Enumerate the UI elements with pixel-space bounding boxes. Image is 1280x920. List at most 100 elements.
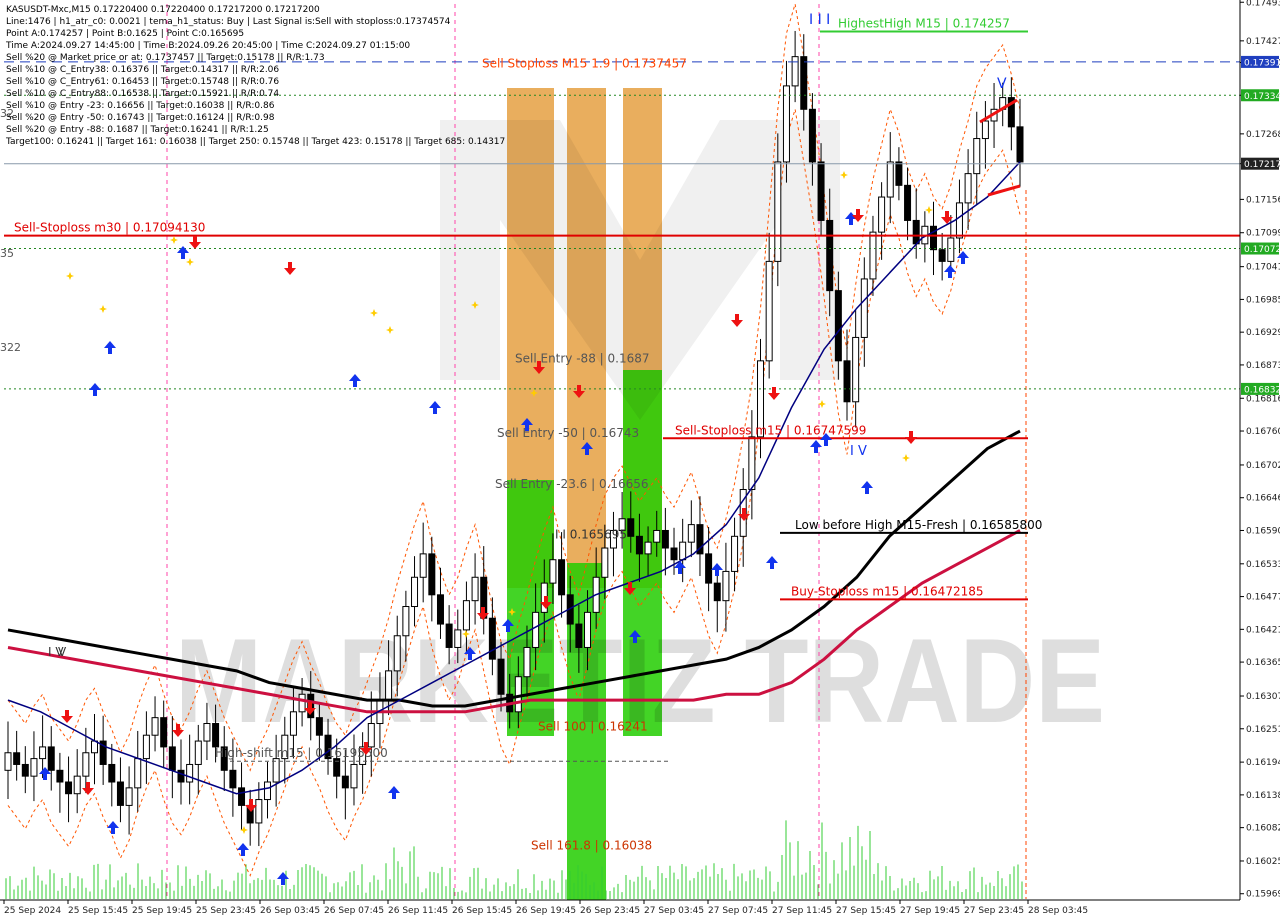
candle-bear [47,746,55,771]
clipped-label: 322 [0,341,21,354]
candle-bear [912,219,920,245]
candle-bull [203,723,211,742]
candle-bull [748,436,756,491]
candle-bull [731,535,739,572]
info-panel: KASUSDT-Mxc,M15 0.17220400 0.17220400 0.… [6,4,505,148]
candle-bear [341,775,349,789]
candle-bear [177,769,185,783]
candle-bear [116,781,124,806]
candle-bear [930,225,938,251]
candle-bear [436,594,444,625]
y-tick-label: 0.16307 [1246,692,1280,702]
x-tick-label: 26 Sep 11:45 [388,906,448,916]
candle-bull [411,576,419,608]
y-tick-label: 0.16138 [1246,791,1280,801]
candle-bull [298,693,306,713]
info-line: Sell %10 @ C_Entry38: 0.16376 || Target:… [6,65,280,75]
price-badge-label: 0.17334 [1244,92,1280,102]
candle-bull [722,570,730,602]
level-label: HighestHigh M15 | 0.174257 [838,16,1010,30]
candle-bull [774,161,782,262]
candle-bear [705,553,713,584]
candle-bear [65,781,73,795]
candle-bull [981,120,989,140]
info-line: KASUSDT-Mxc,M15 0.17220400 0.17220400 0.… [6,5,320,15]
y-tick-label: 0.16477 [1246,593,1280,603]
candle-bull [186,763,194,783]
x-tick-label: 26 Sep 15:45 [452,906,512,916]
candle-bear [428,553,436,596]
level-label: Sell-Stoploss m15 | 0.16747599 [675,423,866,437]
x-tick-label: 25 Sep 15:45 [68,906,128,916]
candle-bull [964,173,972,204]
info-line: Sell %20 @ Market price or at: 0.1737457… [6,53,325,63]
candle-bull [601,547,609,578]
y-tick-label: 0.16929 [1246,328,1280,338]
candle-bull [385,670,393,701]
candle-bull [90,740,98,754]
candle-bull [142,734,150,760]
info-line: Sell %10 @ Entry -23: 0.16656 || Target:… [6,101,275,111]
info-line: Time A:2024.09.27 14:45:00 | Time B:2024… [6,41,411,51]
candle-bear [661,529,669,549]
candle-bull [194,740,202,765]
candle-bull [860,278,868,338]
candle-bull [4,752,12,771]
y-tick-label: 0.16194 [1246,758,1280,768]
candle-bull [679,541,687,561]
candle-bull [955,202,963,239]
candle-bear [826,219,834,292]
price-badge-label: 0.17217 [1244,160,1280,170]
candle-bear [488,617,496,660]
info-line: Point A:0.174257 | Point B:0.1625 | Poin… [6,29,245,39]
clipped-label: 35 [0,247,14,260]
level-label: Sell Entry -88 | 0.1687 [515,352,649,366]
candle-bull [532,611,540,648]
x-tick-label: 27 Sep 11:45 [772,906,832,916]
marker-text: I I I [809,12,830,28]
candle-bear [808,108,816,163]
level-label: Sell Entry -23.6 | 0.16656 [495,477,649,491]
candle-bear [834,290,842,362]
candle-bull [549,559,557,584]
candle-bull [367,723,375,748]
x-tick-label: 25 Sep 2024 [4,906,61,916]
candle-bear [212,723,220,748]
marker-text: V [997,76,1007,92]
candle-bull [73,775,81,795]
candle-bear [160,717,168,748]
candle-bull [454,629,462,648]
level-label: Sell 100 | 0.16241 [538,720,648,734]
level-label: Sell-Stoploss m30 | 0.17094130 [14,221,205,235]
candle-bear [229,769,237,789]
level-label: Sell Stoploss M15 1.9 | 0.1737457 [482,57,687,71]
candle-bull [973,138,981,175]
candle-bull [471,576,479,602]
x-tick-label: 27 Sep 03:45 [644,906,704,916]
candle-bear [21,763,29,777]
candle-bear [635,535,643,555]
marker-text: I V [850,444,867,459]
y-tick-label: 0.16873 [1246,361,1280,371]
candle-bull [852,336,860,403]
y-tick-label: 0.16251 [1246,725,1280,735]
price-badge-label: 0.17072 [1244,245,1280,255]
candle-bull [687,524,695,543]
candle-bear [445,623,453,648]
info-line: Target100: 0.16241 || Target 161: 0.1603… [6,137,506,147]
candle-bull [289,711,297,736]
candle-bear [108,763,116,783]
candle-bull [514,676,522,713]
x-tick-label: 25 Sep 23:45 [196,906,256,916]
candle-bear [1016,126,1024,163]
y-tick-label: 0.16025 [1246,857,1280,867]
y-tick-label: 0.17041 [1246,263,1280,273]
candle-bull [39,746,47,760]
marker-text: I V [48,645,64,659]
x-tick-label: 27 Sep 23:45 [964,906,1024,916]
y-tick-label: 0.17099 [1246,229,1280,239]
x-tick-label: 28 Sep 03:45 [1028,906,1088,916]
candle-bull [947,237,955,262]
y-tick-label: 0.16760 [1246,427,1280,437]
x-tick-label: 27 Sep 07:45 [708,906,768,916]
